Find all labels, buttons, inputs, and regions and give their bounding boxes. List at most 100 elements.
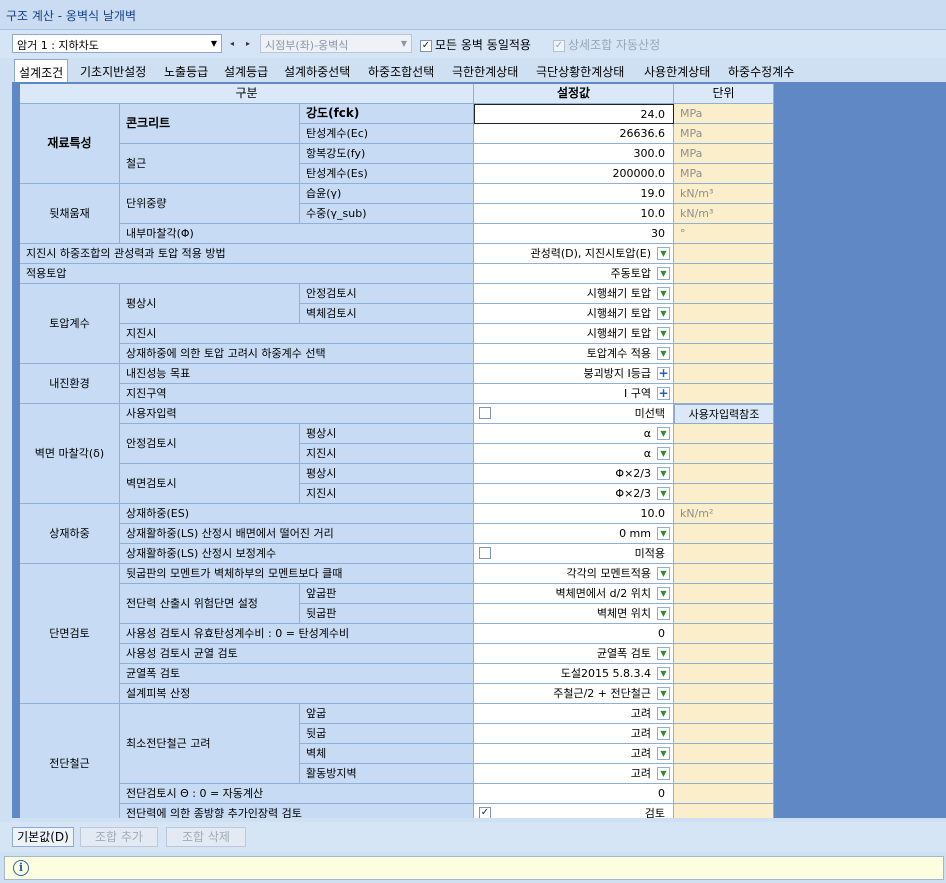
window-title: 구조 계산 - 옹벽식 날개벽 [0, 0, 946, 30]
chevron-down-icon[interactable]: ▼ [657, 687, 670, 700]
chevron-down-icon[interactable]: ▼ [657, 307, 670, 320]
crack-dropdown[interactable]: 균열폭 검토 ▼ [474, 644, 674, 664]
chevron-down-icon[interactable]: ▼ [657, 707, 670, 720]
position-combo[interactable]: 시점부(좌)-옹벽식 ▼ [260, 34, 412, 53]
tab-load-modifier[interactable]: 하중수정계수 [728, 60, 794, 82]
chevron-down-icon[interactable]: ▼ [657, 347, 670, 360]
wf-s-normal-dropdown[interactable]: α ▼ [474, 424, 674, 444]
unit-empty [674, 644, 774, 664]
friction-value[interactable]: 30 [474, 224, 674, 244]
chevron-down-icon[interactable]: ▼ [657, 567, 670, 580]
tab-exposure[interactable]: 노출등급 [164, 60, 208, 82]
chevron-down-icon[interactable]: ▼ [657, 527, 670, 540]
sc-ls-distance-dropdown[interactable]: 0 mm ▼ [474, 524, 674, 544]
tab-load-select[interactable]: 설계하중선택 [284, 60, 350, 82]
tab-ultimate[interactable]: 극한한계상태 [452, 60, 518, 82]
chevron-down-icon[interactable]: ▼ [657, 267, 670, 280]
toe-dropdown[interactable]: 벽체면에서 d/2 위치 ▼ [474, 584, 674, 604]
pc-seismic-value: 시행쇄기 토압 [586, 327, 651, 340]
prev-arrow-icon[interactable]: ◂ [225, 34, 239, 53]
chevron-down-icon[interactable]: ▼ [657, 727, 670, 740]
sh-toe-dropdown[interactable]: 고려 ▼ [474, 704, 674, 724]
pc-seismic-dropdown[interactable]: 시행쇄기 토압 ▼ [474, 324, 674, 344]
auto-combo-checkbox[interactable]: ✓ 상세조합 자동산정 [553, 36, 660, 53]
status-bar: i [4, 856, 944, 880]
chevron-down-icon[interactable]: ▼ [657, 447, 670, 460]
wf-stability-label: 안정검토시 [120, 424, 300, 464]
seismic-goal-field[interactable]: 붕괴방지 I등급 + [474, 364, 674, 384]
chevron-down-icon[interactable]: ▼ [657, 587, 670, 600]
chevron-down-icon[interactable]: ▼ [657, 427, 670, 440]
heel-dropdown[interactable]: 벽체면 위치 ▼ [474, 604, 674, 624]
applied-pressure-label: 적용토압 [20, 264, 474, 284]
sc-es-value[interactable]: 10.0 [474, 504, 674, 524]
wf-s-seismic-dropdown[interactable]: α ▼ [474, 444, 674, 464]
chevron-down-icon[interactable]: ▼ [657, 467, 670, 480]
tab-combo-select[interactable]: 하중조합선택 [368, 60, 434, 82]
ec-value[interactable]: 26636.6 [474, 124, 674, 144]
fy-value[interactable]: 300.0 [474, 144, 674, 164]
section-combo[interactable]: 암거 1 : 지하차도 ▼ [12, 34, 222, 53]
toe-label: 앞굽판 [300, 584, 474, 604]
next-arrow-icon[interactable]: ▸ [241, 34, 255, 53]
fck-value[interactable]: 24.0 [474, 104, 674, 124]
unit-empty [674, 524, 774, 544]
chevron-down-icon[interactable]: ▼ [657, 287, 670, 300]
cover-dropdown[interactable]: 주철근/2 + 전단철근 ▼ [474, 684, 674, 704]
check-icon[interactable]: ✓ [479, 807, 491, 818]
pc-surcharge-dropdown[interactable]: 토압계수 적용 ▼ [474, 344, 674, 364]
delete-combo-button[interactable]: 조합 삭제 [166, 827, 246, 847]
sh-wall-dropdown[interactable]: 고려 ▼ [474, 744, 674, 764]
add-combo-button[interactable]: 조합 추가 [80, 827, 158, 847]
wf-w-normal-dropdown[interactable]: Φ×2/3 ▼ [474, 464, 674, 484]
seismic-inertia-dropdown[interactable]: 관성력(D), 지진시토압(E) ▼ [474, 244, 674, 264]
chevron-down-icon[interactable]: ▼ [207, 35, 221, 52]
unit-empty [674, 444, 774, 464]
default-button[interactable]: 기본값(D) [12, 827, 74, 847]
chevron-down-icon[interactable]: ▼ [657, 487, 670, 500]
plus-icon[interactable]: + [657, 387, 670, 400]
sh-key-dropdown[interactable]: 고려 ▼ [474, 764, 674, 784]
check-icon[interactable]: ✓ [420, 39, 432, 52]
eff-ratio-value[interactable]: 0 [474, 624, 674, 644]
chevron-down-icon[interactable]: ▼ [657, 747, 670, 760]
chevron-down-icon[interactable]: ▼ [657, 247, 670, 260]
chevron-down-icon[interactable]: ▼ [657, 767, 670, 780]
pc-stability-dropdown[interactable]: 시행쇄기 토압 ▼ [474, 284, 674, 304]
es-value[interactable]: 200000.0 [474, 164, 674, 184]
user-input-ref-button[interactable]: 사용자입력참조 [674, 404, 774, 424]
plus-icon[interactable]: + [657, 367, 670, 380]
chevron-down-icon[interactable]: ▼ [657, 327, 670, 340]
crack-width-dropdown[interactable]: 도설2015 5.8.3.4 ▼ [474, 664, 674, 684]
wet-value[interactable]: 19.0 [474, 184, 674, 204]
theta-value[interactable]: 0 [474, 784, 674, 804]
unit-empty [674, 664, 774, 684]
wf-wall-label: 벽면검토시 [120, 464, 300, 504]
heel-moment-label: 뒷굽판의 모멘트가 벽체하부의 모멘트보다 클때 [120, 564, 474, 584]
pc-wall-dropdown[interactable]: 시행쇄기 토압 ▼ [474, 304, 674, 324]
seismic-zone-field[interactable]: I 구역 + [474, 384, 674, 404]
checkbox-icon[interactable] [479, 547, 491, 559]
applied-pressure-dropdown[interactable]: 주동토압 ▼ [474, 264, 674, 284]
wf-w-seismic-dropdown[interactable]: Φ×2/3 ▼ [474, 484, 674, 504]
checkbox-icon[interactable] [479, 407, 491, 419]
chevron-down-icon[interactable]: ▼ [657, 647, 670, 660]
tab-design-grade[interactable]: 설계등급 [224, 60, 268, 82]
heel-moment-dropdown[interactable]: 각각의 모멘트적용 ▼ [474, 564, 674, 584]
cover-label: 설계피복 산정 [120, 684, 474, 704]
wf-user-field[interactable]: 미선택 [474, 404, 674, 424]
longitudinal-field[interactable]: ✓ 검토 [474, 804, 674, 818]
chevron-down-icon[interactable]: ▼ [657, 667, 670, 680]
tab-foundation[interactable]: 기초지반설정 [80, 60, 146, 82]
sub-value[interactable]: 10.0 [474, 204, 674, 224]
apply-all-checkbox[interactable]: ✓ 모든 옹벽 동일적용 [420, 36, 531, 53]
chevron-down-icon[interactable]: ▼ [657, 607, 670, 620]
chevron-down-icon[interactable]: ▼ [397, 35, 411, 52]
pc-stability-value: 시행쇄기 토압 [586, 287, 651, 300]
sh-heel-dropdown[interactable]: 고려 ▼ [474, 724, 674, 744]
check-icon[interactable]: ✓ [553, 39, 565, 52]
tab-service[interactable]: 사용한계상태 [644, 60, 710, 82]
sc-ls-factor-field[interactable]: 미적용 [474, 544, 674, 564]
tab-design-conditions[interactable]: 설계조건 [14, 59, 69, 83]
tab-extreme[interactable]: 극단상황한계상태 [536, 60, 624, 82]
